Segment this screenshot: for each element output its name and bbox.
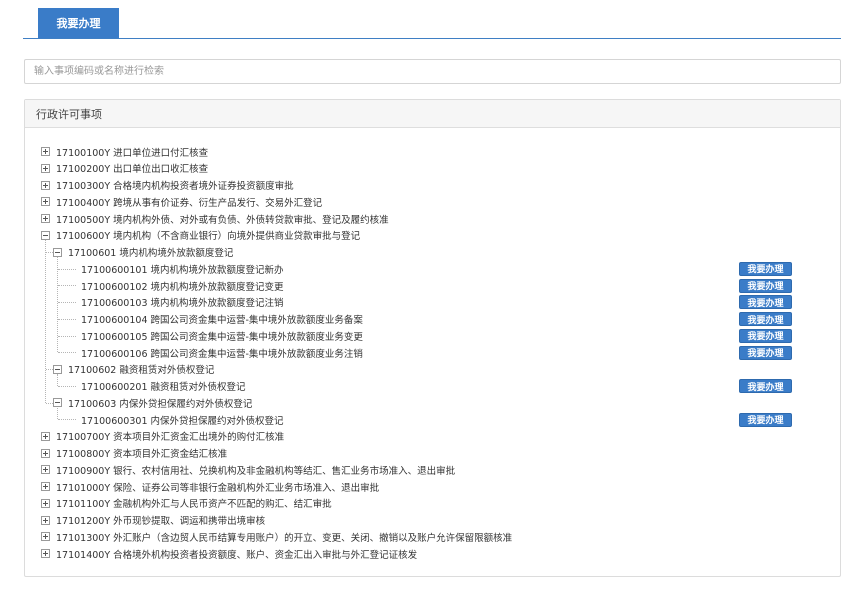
tree-node[interactable]: 17100900Y 银行、农村信用社、兑换机构及非金融机构等结汇、售汇业务市场准… [41, 461, 455, 478]
tree-node[interactable]: 17100603 内保外贷担保履约对外债权登记 [53, 394, 252, 411]
tree-node[interactable]: 17101300Y 外汇账户（含边贸人民币结算专用账户）的开立、变更、关闭、撤销… [41, 528, 512, 545]
tree-node-label: 17100800Y 资本项目外汇资金结汇核准 [56, 449, 228, 460]
expand-icon[interactable] [41, 431, 50, 441]
tree-node[interactable]: 17100602 融资租赁对外债权登记 [53, 361, 214, 378]
tree-node[interactable]: 17101200Y 外币现钞提取、调运和携带出境审核 [41, 512, 265, 529]
collapse-icon[interactable] [41, 230, 50, 240]
tree-connector [57, 256, 58, 353]
tree-node-label: 17100600104 跨国公司资金集中运营-集中境外放款额度业务备案 [81, 315, 363, 326]
tree-node-label: 17100700Y 资本项目外汇资金汇出境外的购付汇核准 [56, 432, 285, 444]
license-tree: 17100100Y 进口单位进口付汇核查 17100200Y 出口单位出口收汇核查… [25, 100, 840, 576]
tree-node-label: 17101100Y 金融机构外汇与人民币资产不匹配的购汇、结汇审批 [56, 499, 332, 511]
tree-node-label: 17100600101 境内机构境外放款额度登记新办 [81, 264, 284, 276]
apply-button[interactable]: 我要办理 [739, 379, 792, 393]
tree-leaf-item[interactable]: 17100600105 跨国公司资金集中运营-集中境外放款额度业务变更 [81, 327, 363, 344]
apply-button[interactable]: 我要办理 [739, 345, 792, 360]
expand-icon[interactable] [41, 498, 50, 508]
tree-node-label: 17100600106 跨国公司资金集中运营-集中境外放款额度业务注销 [81, 348, 363, 360]
tree-connector [58, 385, 76, 387]
tree-node-label: 17100600103 境内机构境外放款额度登记注销 [81, 298, 284, 310]
expand-icon[interactable] [41, 515, 50, 525]
tree-node-label: 17100600201 融资租赁对外债权登记 [81, 382, 246, 393]
tree-node-label: 17100900Y 银行、农村信用社、兑换机构及非金融机构等结汇、售汇业务市场准… [56, 465, 456, 477]
tree-leaf-item[interactable]: 17100600106 跨国公司资金集中运营-集中境外放款额度业务注销 [81, 344, 363, 361]
tree-connector [58, 285, 76, 287]
tree-leaf-item[interactable]: 17100600104 跨国公司资金集中运营-集中境外放款额度业务备案 [81, 311, 363, 328]
tree-node-label: 17100100Y 进口单位进口付汇核查 [56, 147, 209, 159]
expand-icon[interactable] [41, 180, 50, 190]
tree-connector [58, 318, 76, 320]
apply-button[interactable]: 我要办理 [739, 312, 792, 326]
collapse-icon[interactable] [53, 247, 62, 257]
tree-leaf-item[interactable]: 17100600101 境内机构境外放款额度登记新办 [81, 260, 284, 277]
expand-icon[interactable] [41, 163, 50, 173]
apply-button[interactable]: 我要办理 [739, 328, 792, 343]
tree-connector [45, 240, 46, 403]
tree-node-label: 17100600Y 境内机构（不含商业银行）向境外提供商业贷款审批与登记 [56, 231, 361, 243]
tree-leaf-item[interactable]: 17100600103 境内机构境外放款额度登记注销 [81, 294, 284, 311]
tree-node-label: 17101400Y 合格境外机构投资者投资额度、账户、资金汇出入审批与外汇登记证… [56, 549, 418, 561]
tree-connector [58, 268, 76, 270]
tree-connector [58, 352, 76, 354]
tree-node[interactable]: 17100400Y 跨境从事有价证券、衍生产品发行、交易外汇登记 [41, 193, 322, 210]
tree-node[interactable]: 17100601 境内机构境外放款额度登记 [53, 244, 233, 261]
expand-icon[interactable] [41, 448, 50, 458]
tree-node[interactable]: 17100600Y 境内机构（不含商业银行）向境外提供商业贷款审批与登记 [41, 227, 360, 244]
tree-node-label: 17101000Y 保险、证券公司等非银行金融机构外汇业务市场准入、退出审批 [56, 482, 380, 494]
tree-leaf-item[interactable]: 17100600301 内保外贷担保履约对外债权登记 [81, 411, 284, 428]
tree-leaf-item[interactable]: 17100600201 融资租赁对外债权登记 [81, 378, 246, 395]
tab-apply[interactable]: 我要办理 [38, 8, 119, 38]
tree-node-label: 17100400Y 跨境从事有价证券、衍生产品发行、交易外汇登记 [56, 197, 323, 209]
tree-node-label: 17100602 融资租赁对外债权登记 [68, 365, 215, 377]
apply-button[interactable]: 我要办理 [739, 295, 792, 310]
tree-connector [46, 369, 53, 371]
tree-node[interactable]: 17100100Y 进口单位进口付汇核查 [41, 143, 208, 160]
tree-node-label: 17100500Y 境内机构外债、对外或有负债、外债转贷款审批、登记及履约核准 [56, 214, 389, 226]
apply-button[interactable]: 我要办理 [739, 412, 792, 427]
expand-icon[interactable] [41, 147, 50, 156]
tree-connector [46, 251, 53, 253]
tab-bar: 我要办理 [23, 8, 841, 39]
tree-node-label: 17101300Y 外汇账户（含边贸人民币结算专用账户）的开立、变更、关闭、撤销… [56, 532, 513, 544]
tree-node-label: 17101200Y 外币现钞提取、调运和携带出境审核 [56, 516, 266, 527]
tree-node-label: 17100601 境内机构境外放款额度登记 [68, 248, 234, 259]
tree-node-label: 17100600301 内保外贷担保履约对外债权登记 [81, 415, 284, 427]
tree-node[interactable]: 17100200Y 出口单位出口收汇核查 [41, 160, 208, 177]
administrative-license-panel: 行政许可事项 17100100Y 进口单位进口付汇核查 17100200Y 出口单… [24, 99, 841, 577]
tree-node-label: 17100600105 跨国公司资金集中运营-集中境外放款额度业务变更 [81, 331, 363, 343]
expand-icon[interactable] [41, 465, 50, 475]
tree-node[interactable]: 17101100Y 金融机构外汇与人民币资产不匹配的购汇、结汇审批 [41, 495, 332, 512]
apply-button[interactable]: 我要办理 [739, 278, 792, 293]
apply-button[interactable]: 我要办理 [739, 261, 792, 276]
tree-node[interactable]: 17100300Y 合格境内机构投资者境外证券投资额度审批 [41, 177, 294, 194]
tree-node[interactable]: 17100700Y 资本项目外汇资金汇出境外的购付汇核准 [41, 428, 284, 445]
tree-node-label: 17100603 内保外贷担保履约对外债权登记 [68, 398, 253, 410]
tree-node[interactable]: 17100800Y 资本项目外汇资金结汇核准 [41, 445, 227, 462]
tree-leaf-item[interactable]: 17100600102 境内机构境外放款额度登记变更 [81, 277, 284, 294]
tree-connector [58, 302, 76, 304]
expand-icon[interactable] [41, 549, 50, 558]
tree-node-label: 17100600102 境内机构境外放款额度登记变更 [81, 281, 284, 293]
tree-connector [46, 402, 53, 404]
expand-icon[interactable] [41, 214, 50, 223]
tree-node[interactable]: 17101400Y 合格境外机构投资者投资额度、账户、资金汇出入审批与外汇登记证… [41, 545, 417, 562]
tree-connector [58, 419, 76, 421]
expand-icon[interactable] [41, 532, 50, 542]
expand-icon[interactable] [41, 482, 50, 491]
tree-connector [58, 335, 76, 337]
collapse-icon[interactable] [53, 364, 62, 374]
expand-icon[interactable] [41, 197, 50, 207]
tree-node-label: 17100200Y 出口单位出口收汇核查 [56, 164, 209, 176]
search-input[interactable] [24, 59, 841, 84]
collapse-icon[interactable] [53, 398, 62, 408]
tree-node[interactable]: 17100500Y 境内机构外债、对外或有负债、外债转贷款审批、登记及履约核准 [41, 210, 389, 227]
tree-node[interactable]: 17101000Y 保险、证券公司等非银行金融机构外汇业务市场准入、退出审批 [41, 478, 379, 495]
tree-node-label: 17100300Y 合格境内机构投资者境外证券投资额度审批 [56, 181, 294, 192]
